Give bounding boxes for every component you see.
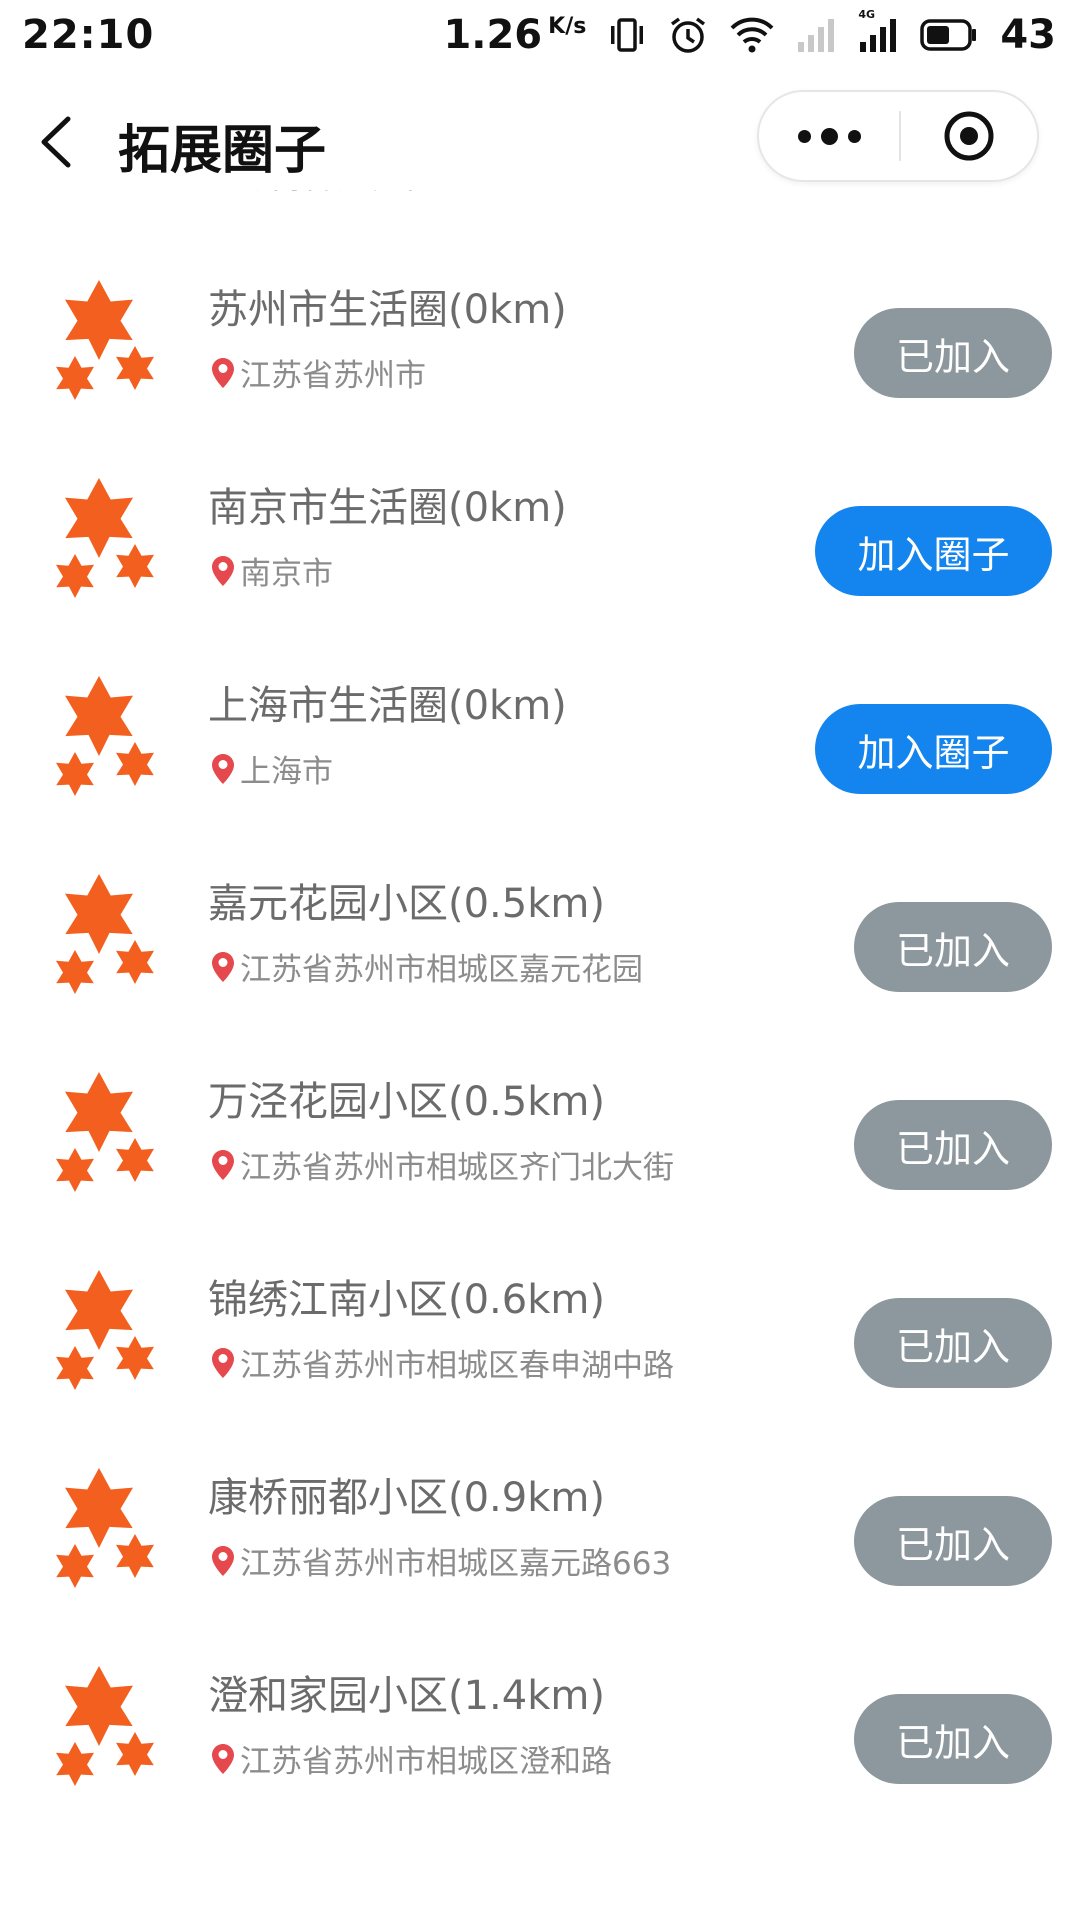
location-pin-icon [212,1347,234,1378]
network-speed: 1.26 K/s [443,12,586,58]
signal-4g-label: 4G [858,8,876,21]
circle-list-item[interactable]: 湖南省长沙市 [0,190,1080,255]
status-icons: 1.26 K/s 4G 43 [443,8,1056,58]
network-speed-unit: K/s [548,14,587,39]
circle-name: 上海市生活圈(0km) [208,683,567,729]
joined-button[interactable]: 已加入 [854,1100,1052,1190]
circle-address-text: 湖南省长沙市 [240,190,426,197]
more-dot-icon [820,127,838,145]
circle-list-item[interactable]: 康桥丽都小区(0.9km) 江苏省苏州市相城区嘉元路663 已加入 [0,1443,1080,1641]
signal-weak-icon [796,16,836,54]
circle-address: 江苏省苏州市相城区嘉元路663 [212,1538,671,1583]
circle-address-text: 江苏省苏州市相城区春申湖中路 [240,1348,674,1384]
joined-button[interactable]: 已加入 [854,1496,1052,1586]
circle-list-item[interactable]: 锦绣江南小区(0.6km) 江苏省苏州市相城区春申湖中路 已加入 [0,1245,1080,1443]
circle-name: 苏州市生活圈(0km) [208,287,567,333]
status-time: 22:10 [22,12,155,58]
circle-name: 万泾花园小区(0.5km) [208,1079,605,1125]
circle-name: 嘉元花园小区(0.5km) [208,881,605,927]
stars-icon [56,1468,154,1588]
location-pin-icon [212,951,234,982]
circle-address: 江苏省苏州市相城区嘉元花园 [212,944,643,989]
circle-address: 江苏省苏州市相城区齐门北大街 [212,1142,674,1187]
more-dot-icon [847,129,861,143]
circle-address: 江苏省苏州市相城区澄和路 [212,1736,612,1781]
close-mini-program-button[interactable] [901,92,1037,180]
nav-bar: 拓展圈子 [0,90,1080,190]
circle-list-item[interactable]: 上海市生活圈(0km) 上海市 加入圈子 [0,651,1080,849]
joined-button[interactable]: 已加入 [854,308,1052,398]
joined-button[interactable]: 已加入 [854,1694,1052,1784]
circle-list: 湖南省长沙市 苏州市生活圈(0km) 江苏省苏州市 已加入 南京市生活圈(0km… [0,190,1080,1839]
stars-icon [56,1666,154,1786]
battery-icon [920,18,978,52]
circle-list-item[interactable]: 万泾花园小区(0.5km) 江苏省苏州市相城区齐门北大街 已加入 [0,1047,1080,1245]
stars-icon [56,874,154,994]
circle-address-text: 江苏省苏州市相城区嘉元花园 [240,952,643,988]
mini-program-capsule [757,90,1039,182]
circle-address-text: 江苏省苏州市相城区嘉元路663 [240,1546,672,1582]
join-circle-button[interactable]: 加入圈子 [815,506,1052,596]
circle-list-item[interactable]: 南京市生活圈(0km) 南京市 加入圈子 [0,453,1080,651]
page-title: 拓展圈子 [118,121,327,181]
circle-address-text: 江苏省苏州市相城区齐门北大街 [240,1150,674,1186]
joined-button[interactable]: 已加入 [854,902,1052,992]
target-circle-icon [944,111,994,161]
circle-address: 上海市 [212,746,333,791]
more-dot-icon [797,129,811,143]
circle-address: 湖南省长沙市 [212,190,426,197]
circle-list-item[interactable]: 嘉元花园小区(0.5km) 江苏省苏州市相城区嘉元花园 已加入 [0,849,1080,1047]
circle-address-text: 江苏省苏州市相城区澄和路 [240,1744,612,1780]
circle-address: 江苏省苏州市相城区春申湖中路 [212,1340,674,1385]
vibrate-icon [608,16,646,54]
circle-name: 南京市生活圈(0km) [208,485,567,531]
status-bar: 22:10 1.26 K/s 4G 43 [0,0,1080,70]
circle-name: 澄和家园小区(1.4km) [208,1673,605,1719]
alarm-icon [668,15,708,55]
stars-icon [56,280,154,400]
joined-button[interactable]: 已加入 [854,1298,1052,1388]
wifi-icon [730,16,774,54]
location-pin-icon [212,1743,234,1774]
circle-name: 康桥丽都小区(0.9km) [208,1475,605,1521]
stars-icon [56,1072,154,1192]
more-button[interactable] [759,92,899,180]
circle-address-text: 上海市 [240,754,333,790]
circle-list-item[interactable]: 澄和家园小区(1.4km) 江苏省苏州市相城区澄和路 已加入 [0,1641,1080,1839]
circle-address-text: 江苏省苏州市 [240,358,426,394]
location-pin-icon [212,357,234,388]
circle-list-item[interactable]: 苏州市生活圈(0km) 江苏省苏州市 已加入 [0,255,1080,453]
back-button[interactable] [38,112,88,172]
circle-list-viewport[interactable]: 湖南省长沙市 苏州市生活圈(0km) 江苏省苏州市 已加入 南京市生活圈(0km… [0,190,1080,1920]
chevron-left-icon [41,116,71,168]
network-speed-value: 1.26 [443,12,543,58]
stars-icon [56,676,154,796]
circle-address: 南京市 [212,548,333,593]
location-pin-icon [212,1545,234,1576]
stars-icon [56,478,154,598]
location-pin-icon [212,1149,234,1180]
location-pin-icon [212,555,234,586]
battery-level: 43 [1000,12,1056,58]
signal-4g-icon: 4G [858,8,898,54]
circle-address-text: 南京市 [240,556,333,592]
location-pin-icon [212,753,234,784]
circle-address: 江苏省苏州市 [212,350,426,395]
stars-icon [56,1270,154,1390]
join-circle-button[interactable]: 加入圈子 [815,704,1052,794]
circle-name: 锦绣江南小区(0.6km) [208,1277,605,1323]
